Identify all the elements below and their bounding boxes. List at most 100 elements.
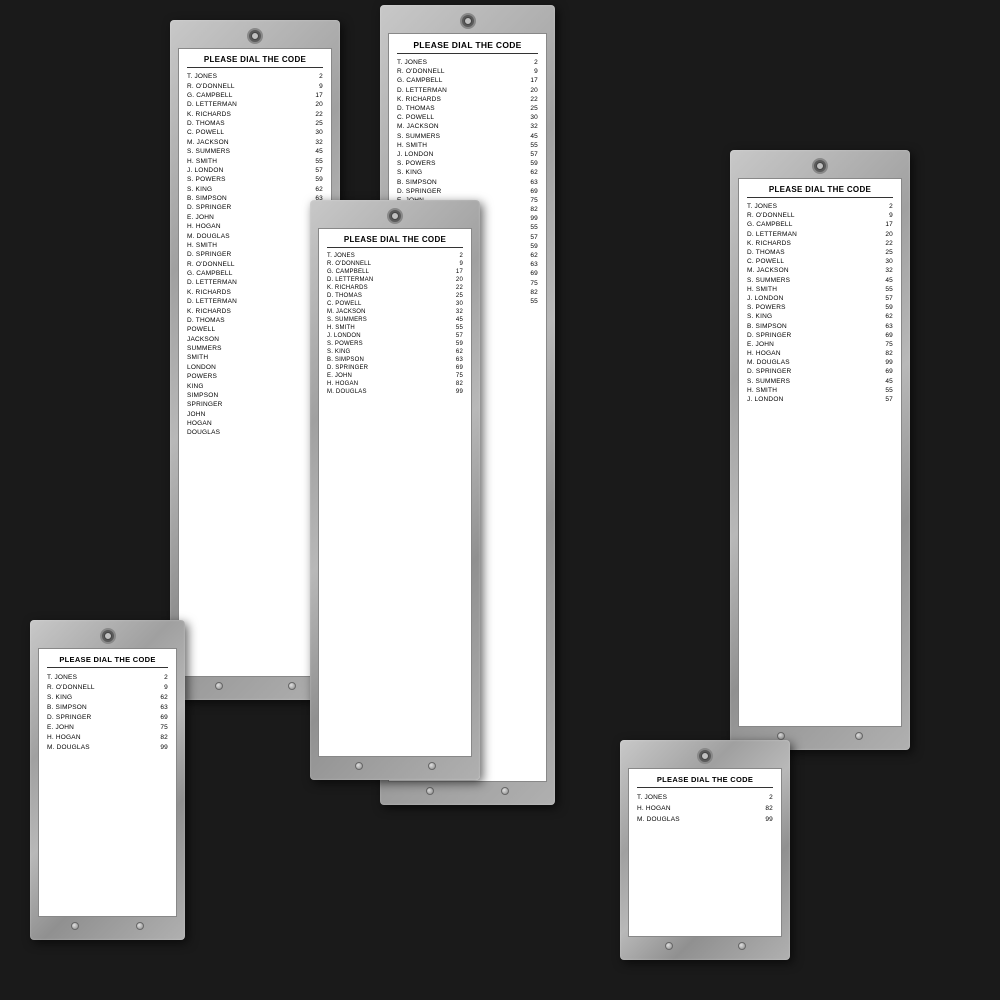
- resident-name: D. THOMAS: [187, 120, 309, 127]
- resident-code: 20: [524, 87, 538, 94]
- resident-name: H. HOGAN: [327, 381, 449, 387]
- resident-name: T. JONES: [187, 73, 309, 80]
- resident-code: 62: [449, 349, 463, 355]
- screw-left: [355, 762, 363, 770]
- screw-left: [215, 682, 223, 690]
- resident-name: S. POWERS: [327, 341, 449, 347]
- resident-name: M. DOUGLAS: [47, 744, 154, 751]
- logo-inner: [391, 212, 399, 220]
- panel-row: M. JACKSON32: [187, 138, 323, 147]
- panel-row: J. LONDON57: [327, 332, 463, 340]
- resident-name: B. SIMPSON: [397, 179, 524, 186]
- resident-code: 30: [309, 129, 323, 136]
- logo-inner: [251, 32, 259, 40]
- panel-row: S. SUMMERS45: [747, 377, 893, 386]
- resident-code: 99: [154, 744, 168, 751]
- resident-name: D. THOMAS: [397, 105, 524, 112]
- resident-code: 55: [309, 158, 323, 165]
- resident-name: D. SPRINGER: [47, 714, 154, 721]
- screw-right: [136, 922, 144, 930]
- resident-code: 17: [524, 77, 538, 84]
- resident-name: C. POWELL: [187, 129, 309, 136]
- panel-rows: T. JONES2R. O'DONNELL9G. CAMPBELL17D. LE…: [327, 252, 463, 396]
- resident-name: K. RICHARDS: [187, 289, 309, 296]
- resident-name: S. SUMMERS: [327, 317, 449, 323]
- resident-name: D. SPRINGER: [187, 204, 309, 211]
- resident-code: 99: [449, 389, 463, 395]
- resident-code: 59: [879, 304, 893, 311]
- resident-code: 82: [524, 206, 538, 213]
- logo-icon: [247, 28, 263, 44]
- panel-row: T. JONES2: [637, 792, 773, 803]
- resident-code: 2: [309, 73, 323, 80]
- panel-content: PLEASE DIAL THE CODE T. JONES2R. O'DONNE…: [318, 228, 472, 757]
- resident-name: E. JOHN: [327, 373, 449, 379]
- panel-row: R. O'DONNELL9: [47, 682, 168, 692]
- resident-name: D. LETTERMAN: [187, 279, 309, 286]
- panel-row: SUMMERS45: [187, 344, 323, 353]
- resident-code: 9: [524, 68, 538, 75]
- panel-row: R. O'DONNELL9: [187, 81, 323, 90]
- logo-area: [628, 748, 782, 764]
- resident-code: 57: [449, 333, 463, 339]
- logo-area: [178, 28, 332, 44]
- panel-row: SMITH55: [187, 353, 323, 362]
- screw-right: [288, 682, 296, 690]
- panel-row: K. RICHARDS22: [397, 95, 538, 104]
- resident-name: K. RICHARDS: [397, 96, 524, 103]
- resident-code: 20: [449, 277, 463, 283]
- resident-name: S. KING: [747, 313, 879, 320]
- panel-row: M. DOUGLAS99: [637, 814, 773, 825]
- panel-row: C. POWELL30: [747, 257, 893, 266]
- resident-name: H. SMITH: [187, 242, 309, 249]
- logo-inner: [464, 17, 472, 25]
- panel-row: E. JOHN75: [47, 722, 168, 732]
- panel-row: S. KING62: [47, 692, 168, 702]
- panel-row: T. JONES2: [747, 202, 893, 211]
- resident-name: M. JACKSON: [397, 123, 524, 130]
- panel-row: D. THOMAS25: [187, 316, 323, 325]
- screw-right: [501, 787, 509, 795]
- panel-row: G. CAMPBELL17: [747, 220, 893, 229]
- resident-name: D. LETTERMAN: [747, 231, 879, 238]
- panel-row: M. JACKSON32: [397, 122, 538, 131]
- panel-row: C. POWELL30: [187, 128, 323, 137]
- resident-code: 69: [879, 332, 893, 339]
- resident-code: 75: [154, 724, 168, 731]
- resident-code: 63: [449, 357, 463, 363]
- panel-row: DOUGLAS99: [187, 428, 323, 437]
- logo-area: [738, 158, 902, 174]
- logo-icon: [387, 208, 403, 224]
- panel-row: LONDON57: [187, 363, 323, 372]
- resident-name: G. CAMPBELL: [187, 92, 309, 99]
- resident-name: R. O'DONNELL: [397, 68, 524, 75]
- resident-code: 75: [524, 280, 538, 287]
- resident-name: R. O'DONNELL: [187, 261, 309, 268]
- panel-row: D. LETTERMAN20: [187, 278, 323, 287]
- resident-code: 57: [879, 396, 893, 403]
- panel-row: S. POWERS59: [327, 340, 463, 348]
- panel-row: S. KING62: [187, 185, 323, 194]
- resident-code: 32: [524, 123, 538, 130]
- resident-code: 9: [449, 261, 463, 267]
- resident-name: K. RICHARDS: [327, 285, 449, 291]
- panel-row: D. LETTERMAN20: [747, 230, 893, 239]
- resident-name: M. DOUGLAS: [637, 816, 759, 823]
- resident-name: T. JONES: [47, 674, 154, 681]
- resident-code: 55: [524, 298, 538, 305]
- resident-name: DOUGLAS: [187, 429, 309, 436]
- panel-row: D. LETTERMAN20: [397, 86, 538, 95]
- resident-name: E. JOHN: [747, 341, 879, 348]
- resident-name: C. POWELL: [397, 114, 524, 121]
- screw-right: [428, 762, 436, 770]
- panel-row: M. DOUGLAS99: [327, 388, 463, 396]
- resident-code: 9: [309, 83, 323, 90]
- panel-row: T. JONES2: [187, 72, 323, 81]
- panel-row: JOHN75: [187, 410, 323, 419]
- panel-rows: T. JONES2H. HOGAN82M. DOUGLAS99: [637, 792, 773, 825]
- resident-name: E. JOHN: [47, 724, 154, 731]
- resident-name: D. SPRINGER: [747, 332, 879, 339]
- resident-code: 99: [879, 359, 893, 366]
- screw-right: [855, 732, 863, 740]
- resident-name: E. JOHN: [187, 214, 309, 221]
